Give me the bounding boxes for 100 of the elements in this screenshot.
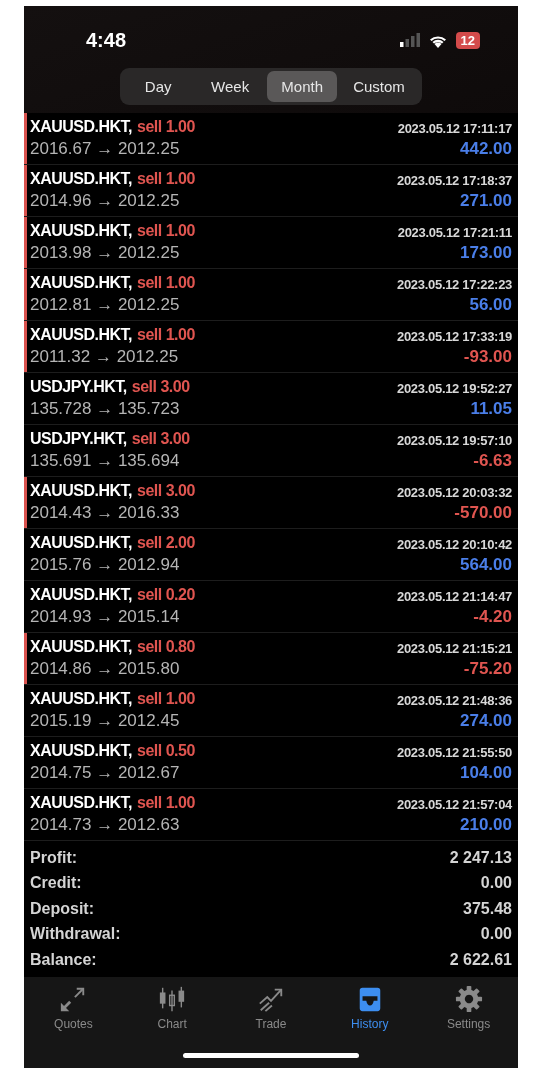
deal-time: 2023.05.12 21:48:36 [397,692,512,708]
deal-row[interactable]: XAUUSD.HKT, sell 0.80 2014.86 → 2015.80 2023.05.12 21:15:21 -75.20 [24,633,518,685]
deal-profit: 210.00 [460,815,512,835]
deal-prices: 2014.73 → 2012.63 [30,815,181,835]
period-tab[interactable]: Day [123,71,194,102]
deal-prices: 2014.86 → 2015.80 [30,659,181,679]
deal-side: sell 3.00 [131,430,190,448]
deal-row[interactable]: XAUUSD.HKT, sell 1.00 2012.81 → 2012.25 2023.05.12 17:22:23 56.00 [24,269,518,321]
deal-row[interactable]: XAUUSD.HKT, sell 0.50 2014.75 → 2012.67 2023.05.12 21:55:50 104.00 [24,737,518,789]
summary-label: Credit: [30,874,82,893]
deal-symbol: XAUUSD.HKT, [30,690,133,708]
deal-side: sell 1.00 [137,690,195,708]
deal-profit: -4.20 [473,607,512,627]
deal-side: sell 3.00 [131,378,190,396]
summary-label: Deposit: [30,899,94,918]
deal-prices: 135.691 → 135.694 [30,451,181,471]
summary-value: 375.48 [463,899,512,918]
deal-symbol: XAUUSD.HKT, [30,586,133,604]
deal-profit: 173.00 [460,243,512,263]
summary-label: Balance: [30,950,97,969]
deal-time: 2023.05.12 17:22:23 [397,276,512,292]
deal-prices: 2015.19 → 2012.45 [30,711,181,731]
deal-symbol: XAUUSD.HKT, [30,274,133,292]
deal-side: sell 1.00 [137,794,195,812]
deal-time: 2023.05.12 21:14:47 [397,588,512,604]
period-tab[interactable]: Month [267,71,338,102]
deal-time: 2023.05.12 17:21:11 [397,224,512,240]
summary-value: 2 622.61 [449,950,512,969]
deal-time: 2023.05.12 17:33:19 [397,328,512,344]
deal-prices: 2012.81 → 2012.25 [30,295,181,315]
deal-profit: 442.00 [460,139,512,159]
deal-symbol: XAUUSD.HKT, [30,326,133,344]
tab-bar-item[interactable]: Settings [419,984,518,1031]
deal-symbol: XAUUSD.HKT, [30,638,133,656]
deal-row[interactable]: XAUUSD.HKT, sell 1.00 2016.67 → 2012.25 2023.05.12 17:11:17 442.00 [24,113,518,165]
deal-profit: 104.00 [460,763,512,783]
deal-prices: 2014.43 → 2016.33 [30,503,181,523]
deal-prices: 2016.67 → 2012.25 [30,139,181,159]
deal-symbol: XAUUSD.HKT, [30,794,133,812]
deal-time: 2023.05.12 21:55:50 [397,744,512,760]
deal-symbol: USDJPY.HKT, [30,378,127,396]
deal-prices: 2014.75 → 2012.67 [30,763,181,783]
deal-profit: 274.00 [460,711,512,731]
deal-prices: 2014.93 → 2015.14 [30,607,181,627]
deal-symbol: XAUUSD.HKT, [30,118,133,136]
deal-time: 2023.05.12 21:15:21 [397,640,512,656]
deal-side: sell 1.00 [137,326,195,344]
deal-prices: 2014.96 → 2012.25 [30,191,181,211]
deal-row[interactable]: USDJPY.HKT, sell 3.00 135.691 → 135.694 2023.05.12 19:57:10 -6.63 [24,425,518,477]
deal-profit: -75.20 [463,659,512,679]
tab-bar-item[interactable]: Quotes [24,984,123,1031]
deal-row[interactable]: XAUUSD.HKT, sell 2.00 2015.76 → 2012.94 2023.05.12 20:10:42 564.00 [24,529,518,581]
summary-value: 2 247.13 [449,848,512,867]
tab-bar-item[interactable]: Chart [122,984,222,1031]
deal-profit: -570.00 [454,503,512,523]
deal-symbol: XAUUSD.HKT, [30,222,133,240]
deal-side: sell 2.00 [137,534,195,552]
deal-side: sell 3.00 [137,482,195,500]
deal-side: sell 1.00 [137,118,195,136]
summary-label: Profit: [30,848,78,867]
deal-row[interactable]: XAUUSD.HKT, sell 3.00 2014.43 → 2016.33 2023.05.12 20:03:32 -570.00 [24,477,518,529]
deal-prices: 2015.76 → 2012.94 [30,555,181,575]
deal-time: 2023.05.12 19:57:10 [397,432,512,448]
deal-time: 2023.05.12 17:11:17 [397,120,512,136]
deal-row[interactable]: XAUUSD.HKT, sell 1.00 2015.19 → 2012.45 2023.05.12 21:48:36 274.00 [24,685,518,737]
deal-time: 2023.05.12 17:18:37 [397,172,512,188]
deal-side: sell 1.00 [137,274,195,292]
tab-bar-item[interactable]: History [320,984,420,1031]
deal-profit: 271.00 [460,191,512,211]
signal-icon [399,33,420,47]
summary-value: 0.00 [480,925,512,944]
deal-prices: 2013.98 → 2012.25 [30,243,181,263]
deal-time: 2023.05.12 19:52:27 [397,380,512,396]
deal-side: sell 0.50 [137,742,195,760]
deal-row[interactable]: XAUUSD.HKT, sell 0.20 2014.93 → 2015.14 2023.05.12 21:14:47 -4.20 [24,581,518,633]
deal-time: 2023.05.12 20:10:42 [397,536,512,552]
deal-profit: -6.63 [473,451,512,471]
period-tab[interactable]: Week [195,71,266,102]
deal-side: sell 0.80 [137,638,195,656]
deal-symbol: XAUUSD.HKT, [30,742,133,760]
battery-level: 12 [455,31,480,49]
summary-label: Withdrawal: [30,925,121,944]
deal-row[interactable]: XAUUSD.HKT, sell 1.00 2011.32 → 2012.25 2023.05.12 17:33:19 -93.00 [24,321,518,373]
deal-prices: 135.728 → 135.723 [30,399,181,419]
deal-symbol: XAUUSD.HKT, [30,170,133,188]
tab-bar-item[interactable]: Trade [221,984,321,1031]
candlestick-icon [158,984,187,1013]
deal-row[interactable]: XAUUSD.HKT, sell 1.00 2013.98 → 2012.25 2023.05.12 17:21:11 173.00 [24,217,518,269]
deal-side: sell 0.20 [137,586,195,604]
deal-time: 2023.05.12 21:57:04 [397,796,512,812]
period-tab[interactable]: Custom [339,71,419,102]
gear-icon [454,984,483,1013]
deal-prices: 2011.32 → 2012.25 [30,347,180,367]
status-time: 4:48 [86,27,128,52]
deal-side: sell 1.00 [137,222,195,240]
deal-row[interactable]: XAUUSD.HKT, sell 1.00 2014.96 → 2012.25 2023.05.12 17:18:37 271.00 [24,165,518,217]
deal-symbol: XAUUSD.HKT, [30,534,133,552]
deal-symbol: USDJPY.HKT, [30,430,127,448]
deal-row[interactable]: XAUUSD.HKT, sell 1.00 2014.73 → 2012.63 2023.05.12 21:57:04 210.00 [24,789,518,841]
deal-row[interactable]: USDJPY.HKT, sell 3.00 135.728 → 135.723 2023.05.12 19:52:27 11.05 [24,373,518,425]
